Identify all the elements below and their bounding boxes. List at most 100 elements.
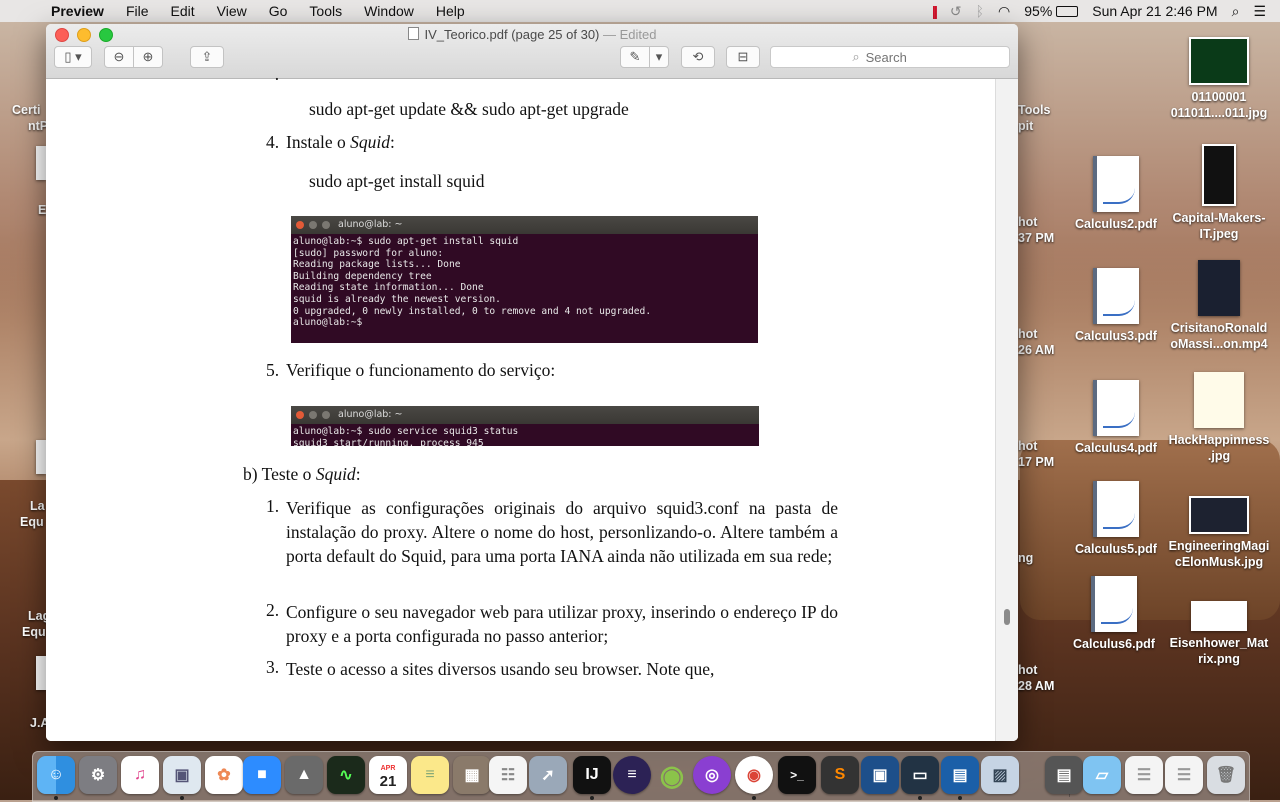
- dock-reminders-icon[interactable]: ☷: [489, 756, 527, 794]
- dock-zoom-icon[interactable]: ■: [243, 756, 281, 794]
- desktop-icon-engineering-magic[interactable]: EngineeringMagi cElonMusk.jpg: [1164, 496, 1274, 570]
- bluetooth-icon[interactable]: ᛒ: [976, 3, 984, 19]
- dock-terminal-icon[interactable]: >_: [778, 756, 816, 794]
- desktop-icon-binary-jpg[interactable]: 01100001 011011....011.jpg: [1164, 37, 1274, 121]
- dock-parallels-icon[interactable]: ▤: [941, 756, 979, 794]
- dock-eclipse-icon[interactable]: ≡: [613, 756, 651, 794]
- desktop-icon-partial-label[interactable]: hot: [1018, 439, 1037, 453]
- markup-menu-button[interactable]: ▾: [649, 46, 669, 68]
- desktop-icon-calculus6[interactable]: Calculus6.pdf: [1059, 576, 1169, 652]
- parallels-status-icon[interactable]: ||: [932, 3, 938, 19]
- desktop-file-thumbnail[interactable]: [36, 146, 46, 180]
- dock-photos-icon[interactable]: ✿: [205, 756, 243, 794]
- menu-window[interactable]: Window: [353, 3, 425, 19]
- desktop-file-thumbnail[interactable]: [36, 656, 46, 690]
- desktop-icon-video-mp4[interactable]: CrisitanoRonald oMassi...on.mp4: [1164, 260, 1274, 352]
- menu-file[interactable]: File: [115, 3, 160, 19]
- battery-percent[interactable]: 95%: [1024, 3, 1052, 19]
- document-view[interactable]: · sudo apt-get update && sudo apt-get up…: [46, 69, 1018, 741]
- desktop-icon-partial-label[interactable]: 37 PM: [1018, 231, 1054, 245]
- menu-go[interactable]: Go: [258, 3, 299, 19]
- desktop-icon-partial-label[interactable]: 28 AM: [1018, 679, 1054, 693]
- command-text: sudo apt-get install squid: [309, 171, 485, 191]
- desktop-icon-partial-label[interactable]: Certi: [12, 103, 40, 117]
- dock-chrome-icon[interactable]: ◉: [735, 756, 773, 794]
- time-machine-icon[interactable]: ↺: [950, 3, 962, 20]
- desktop-icon-calculus4[interactable]: Calculus4.pdf: [1061, 380, 1171, 456]
- vertical-scrollbar[interactable]: [995, 79, 1018, 741]
- dock-system-preferences-icon[interactable]: ⚙: [79, 756, 117, 794]
- scrollbar-thumb[interactable]: [1004, 609, 1010, 625]
- dock-launchpad-icon[interactable]: ➚: [529, 756, 567, 794]
- dock-document-stack-icon[interactable]: ☰: [1125, 756, 1163, 794]
- dock-calendar-icon[interactable]: APR 21: [369, 756, 407, 794]
- desktop-icon-partial-label[interactable]: hot: [1018, 215, 1037, 229]
- list-number: 2.: [266, 600, 280, 620]
- zoom-out-icon: ⊖: [113, 49, 125, 64]
- dock-activity-monitor-icon[interactable]: ∿: [327, 756, 365, 794]
- notification-center-icon[interactable]: ☰: [1253, 3, 1266, 20]
- desktop-icon-capital-makers[interactable]: Capital-Makers-IT.jpeg: [1164, 144, 1274, 242]
- rotate-button[interactable]: ⟲: [681, 46, 715, 68]
- dock-android-studio-icon[interactable]: ◉: [653, 756, 691, 794]
- document-proxy-icon[interactable]: [407, 27, 419, 40]
- dock-notes-icon[interactable]: ≡: [411, 756, 449, 794]
- desktop-icon-partial-label[interactable]: Tools: [1018, 103, 1050, 117]
- desktop-icon-calculus5[interactable]: Calculus5.pdf: [1061, 481, 1171, 557]
- share-button[interactable]: ⇪: [190, 46, 224, 68]
- desktop-icon-partial-label[interactable]: pit: [1018, 119, 1033, 133]
- menu-help[interactable]: Help: [425, 3, 476, 19]
- dock-app-icon[interactable]: ▲: [285, 756, 323, 794]
- markup-toolbox-button[interactable]: ⊟: [726, 46, 760, 68]
- dock-itunes-icon[interactable]: ♫: [121, 756, 159, 794]
- dock-scanner-icon[interactable]: ▤: [1045, 756, 1083, 794]
- dock-podcast-icon[interactable]: ◎: [693, 756, 731, 794]
- desktop-icon-hackhappiness[interactable]: HackHappinness .jpg: [1164, 372, 1274, 464]
- markup-pen-button[interactable]: ✎: [620, 46, 650, 68]
- dock-virtualbox-icon[interactable]: ▣: [861, 756, 899, 794]
- dock-calculator-icon[interactable]: ▦: [453, 756, 491, 794]
- desktop-icon-partial-label[interactable]: La: [30, 499, 45, 513]
- desktop-icon-partial-label[interactable]: Equ: [20, 515, 44, 529]
- zoom-in-button[interactable]: ⊕: [133, 46, 163, 68]
- dock-screens-icon[interactable]: ▭: [901, 756, 939, 794]
- dock-folder-icon[interactable]: ▱: [1083, 756, 1121, 794]
- sidebar-toggle-button[interactable]: ▯ ▾: [54, 46, 92, 68]
- desktop-icon-partial-label[interactable]: hot: [1018, 327, 1037, 341]
- terminal-title: aluno@lab: ~: [338, 409, 403, 421]
- dock-preview-icon[interactable]: ▣: [163, 756, 201, 794]
- terminal-line: aluno@lab:~$ sudo apt-get install squid: [293, 236, 519, 247]
- menu-tools[interactable]: Tools: [298, 3, 353, 19]
- dock-sublime-text-icon[interactable]: S: [821, 756, 859, 794]
- search-field[interactable]: ⌕: [770, 46, 1010, 68]
- desktop-icon-partial-label[interactable]: 26 AM: [1018, 343, 1054, 357]
- menu-app-name[interactable]: Preview: [40, 3, 115, 19]
- dock-document-stack-icon[interactable]: ☰: [1165, 756, 1203, 794]
- dock-finder-icon[interactable]: ☺: [37, 756, 75, 794]
- desktop-icon-partial-label[interactable]: 17 PM: [1018, 455, 1054, 469]
- menu-edit[interactable]: Edit: [160, 3, 206, 19]
- running-indicator: [590, 796, 594, 800]
- clock[interactable]: Sun Apr 21 2:46 PM: [1092, 3, 1217, 19]
- menu-view[interactable]: View: [206, 3, 258, 19]
- desktop-file-thumbnail[interactable]: [36, 440, 46, 474]
- desktop-icon-label: Calculus5.pdf: [1075, 542, 1157, 556]
- running-indicator: [752, 796, 756, 800]
- zoom-out-button[interactable]: ⊖: [104, 46, 134, 68]
- spotlight-icon[interactable]: ⌕: [1232, 3, 1240, 20]
- dock-preview-secondary-icon[interactable]: ▨: [981, 756, 1019, 794]
- desktop-icon-partial-label[interactable]: Equ: [22, 625, 46, 639]
- edited-indicator[interactable]: — Edited: [603, 27, 656, 42]
- search-input[interactable]: [863, 48, 928, 66]
- document-title[interactable]: IV_Teorico.pdf (page 25 of 30): [425, 27, 600, 42]
- wifi-icon[interactable]: ◠: [998, 3, 1010, 20]
- dock-trash-icon[interactable]: 🗑: [1207, 756, 1245, 794]
- desktop-icon-eisenhower[interactable]: Eisenhower_Mat rix.png: [1164, 601, 1274, 667]
- desktop-icon-calculus3[interactable]: Calculus3.pdf: [1061, 268, 1171, 344]
- desktop-icon-calculus2[interactable]: Calculus2.pdf: [1061, 156, 1171, 232]
- dock-intellij-icon[interactable]: IJ: [573, 756, 611, 794]
- sidebar-icon: ▯ ▾: [64, 49, 82, 64]
- desktop-icon-partial-label[interactable]: hot: [1018, 663, 1037, 677]
- battery-icon[interactable]: [1056, 5, 1079, 17]
- desktop-icon-partial-label[interactable]: ng: [1018, 551, 1033, 565]
